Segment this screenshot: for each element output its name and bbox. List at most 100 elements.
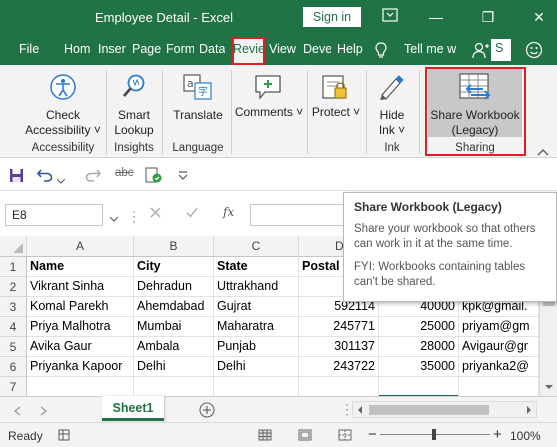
cell-header[interactable]: State <box>214 257 299 277</box>
hide-ink-icon[interactable] <box>377 73 405 104</box>
table-cell[interactable]: 243722 <box>299 357 379 377</box>
row-header[interactable]: 7 <box>0 377 27 397</box>
tab-file[interactable]: File <box>19 42 39 56</box>
table-cell[interactable]: Komal Parekh <box>27 297 134 317</box>
smart-lookup-search-icon[interactable] <box>121 73 147 104</box>
table-cell[interactable]: Dehradun <box>134 277 214 297</box>
confirm-entry-icon[interactable] <box>186 207 198 221</box>
redo-icon[interactable] <box>85 168 102 185</box>
formula-input[interactable] <box>250 204 346 226</box>
undo-dropdown-icon[interactable] <box>56 173 66 187</box>
translate-button[interactable]: Translate <box>166 108 230 123</box>
comments-button[interactable]: Comments ˅ <box>234 105 304 120</box>
tab-developer[interactable]: Deve <box>303 42 331 56</box>
zoom-out-button[interactable]: − <box>368 426 377 443</box>
table-cell[interactable]: priyanka2@ <box>459 357 539 377</box>
normal-view-icon[interactable] <box>258 429 272 444</box>
zoom-slider-thumb[interactable] <box>432 429 436 440</box>
tab-review[interactable]: Revie <box>232 37 265 65</box>
table-cell[interactable] <box>459 377 539 397</box>
protect-button[interactable]: Protect ˅ <box>311 105 361 120</box>
table-cell[interactable]: priyam@gm <box>459 317 539 337</box>
previous-sheet-icon[interactable] <box>13 405 21 419</box>
table-cell[interactable]: Avigaur@gr <box>459 337 539 357</box>
scroll-left-icon[interactable] <box>357 405 363 415</box>
spelling-button[interactable]: abc <box>115 167 134 179</box>
accessibility-icon[interactable] <box>49 73 77 104</box>
table-cell[interactable]: Maharatra <box>214 317 299 337</box>
table-cell[interactable]: Delhi <box>214 357 299 377</box>
cell-header[interactable]: City <box>134 257 214 277</box>
column-header-c[interactable]: C <box>214 236 299 257</box>
cancel-entry-icon[interactable] <box>150 207 161 221</box>
zoom-level[interactable]: 100% <box>510 429 541 443</box>
hide-ink-button[interactable]: Hide Ink ˅ <box>369 108 415 138</box>
smart-lookup-button[interactable]: Smart Lookup <box>110 108 158 138</box>
scroll-down-icon[interactable] <box>544 384 554 390</box>
row-header[interactable]: 6 <box>0 357 27 377</box>
table-cell[interactable]: 25000 <box>379 317 459 337</box>
sign-in-button[interactable]: Sign in <box>303 7 361 27</box>
next-sheet-icon[interactable] <box>40 405 48 419</box>
tab-formulas[interactable]: Form <box>166 42 194 56</box>
select-all-corner[interactable] <box>0 236 27 257</box>
smiley-icon[interactable] <box>525 41 543 62</box>
table-cell[interactable]: 245771 <box>299 317 379 337</box>
column-header-a[interactable]: A <box>27 236 134 257</box>
close-button[interactable]: ✕ <box>527 6 551 28</box>
collapse-ribbon-icon[interactable] <box>537 145 549 159</box>
insert-function-button[interactable]: fx <box>223 205 234 219</box>
cell-header[interactable]: Name <box>27 257 134 277</box>
table-cell[interactable]: 301137 <box>299 337 379 357</box>
customize-toolbar-icon[interactable] <box>178 169 188 183</box>
row-header[interactable]: 1 <box>0 257 27 277</box>
restore-button[interactable]: ❒ <box>476 6 500 28</box>
tell-me-search[interactable]: Tell me w <box>404 42 456 56</box>
table-cell[interactable]: Avika Gaur <box>27 337 134 357</box>
row-header[interactable]: 2 <box>0 277 27 297</box>
selected-cell-e8[interactable] <box>379 377 459 397</box>
name-box-dropdown-icon[interactable] <box>109 211 119 225</box>
page-layout-view-icon[interactable] <box>298 429 312 444</box>
table-cell[interactable] <box>214 377 299 397</box>
table-cell[interactable]: Uttrakhand <box>214 277 299 297</box>
share-person-icon[interactable] <box>472 42 490 62</box>
table-cell[interactable]: Delhi <box>134 357 214 377</box>
tab-help[interactable]: Help <box>337 42 363 56</box>
column-header-b[interactable]: B <box>134 236 214 257</box>
table-cell[interactable]: Gujrat <box>214 297 299 317</box>
tab-home[interactable]: Hom <box>64 42 91 56</box>
table-cell[interactable] <box>134 377 214 397</box>
row-header[interactable]: 3 <box>0 297 27 317</box>
page-break-view-icon[interactable] <box>338 429 352 444</box>
tab-view[interactable]: View <box>269 42 296 56</box>
table-cell[interactable]: Priya Malhotra <box>27 317 134 337</box>
sheet-tab-sheet1[interactable]: Sheet1 <box>102 396 164 421</box>
row-header[interactable]: 4 <box>0 317 27 337</box>
table-cell[interactable]: Vikrant Sinha <box>27 277 134 297</box>
horizontal-scroll-thumb[interactable] <box>369 405 489 415</box>
undo-icon[interactable] <box>36 168 53 185</box>
zoom-in-button[interactable]: + <box>493 426 502 443</box>
horizontal-scrollbar[interactable] <box>352 401 537 418</box>
save-icon[interactable] <box>9 168 24 186</box>
table-cell[interactable]: 35000 <box>379 357 459 377</box>
check-accessibility-button[interactable]: Check Accessibility ˅ <box>11 108 115 138</box>
table-cell[interactable]: Ambala <box>134 337 214 357</box>
name-box[interactable]: E8 <box>5 204 103 226</box>
new-sheet-icon[interactable] <box>199 402 215 421</box>
table-cell[interactable]: Priyanka Kapoor <box>27 357 134 377</box>
minimize-button[interactable]: — <box>424 6 448 28</box>
protect-icon[interactable] <box>322 73 348 104</box>
table-cell[interactable]: Mumbai <box>134 317 214 337</box>
scroll-right-icon[interactable] <box>526 405 532 415</box>
translate-icon[interactable]: a字 <box>183 73 213 104</box>
comment-icon[interactable] <box>254 73 282 104</box>
table-cell[interactable]: Ahemdabad <box>134 297 214 317</box>
table-cell[interactable] <box>27 377 134 397</box>
tab-insert[interactable]: Inser <box>98 42 126 56</box>
lightbulb-icon[interactable] <box>375 42 387 62</box>
table-cell[interactable] <box>299 377 379 397</box>
table-cell[interactable]: Punjab <box>214 337 299 357</box>
tab-data[interactable]: Data <box>199 42 225 56</box>
